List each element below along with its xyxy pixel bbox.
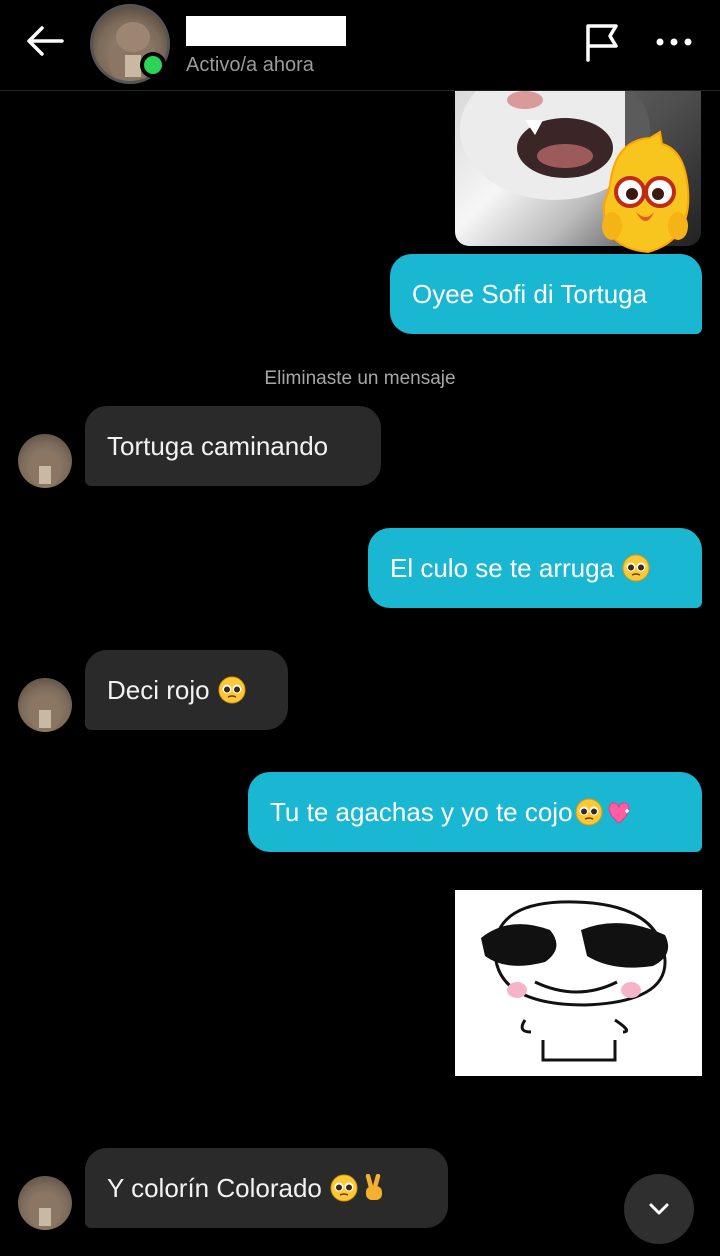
- message-text: Deci rojo: [107, 674, 210, 705]
- more-icon[interactable]: [652, 24, 696, 60]
- message-text: Oyee Sofi di Tortuga: [412, 278, 648, 309]
- pleading-face-emoji: [330, 1174, 358, 1202]
- chick-sticker: [602, 130, 690, 254]
- outgoing-message[interactable]: Oyee Sofi di Tortuga: [390, 254, 702, 334]
- outgoing-message[interactable]: Tu te agachas y yo te cojo: [248, 772, 702, 852]
- sender-avatar[interactable]: [18, 1176, 72, 1230]
- outgoing-message[interactable]: El culo se te arruga: [368, 528, 702, 608]
- message-text: Y colorín Colorado: [107, 1172, 322, 1203]
- message-text: Tu te agachas y yo te cojo: [270, 796, 573, 827]
- pleading-face-emoji: [575, 798, 603, 826]
- scroll-to-bottom-button[interactable]: [624, 1174, 694, 1244]
- incoming-message[interactable]: Deci rojo: [85, 650, 288, 730]
- pleading-face-emoji: [218, 676, 246, 704]
- flag-icon[interactable]: [580, 20, 624, 64]
- incoming-message[interactable]: Tortuga caminando: [85, 406, 381, 486]
- chat-header: Activo/a ahora: [0, 0, 720, 91]
- sender-avatar[interactable]: [18, 678, 72, 732]
- back-arrow-icon[interactable]: [22, 20, 70, 62]
- incoming-message[interactable]: Y colorín Colorado: [85, 1148, 448, 1228]
- sticker-image-message[interactable]: [455, 890, 702, 1076]
- heart-emoji: [608, 802, 629, 824]
- message-text: Tortuga caminando: [107, 430, 329, 461]
- sender-avatar[interactable]: [18, 434, 72, 488]
- active-status: Activo/a ahora: [186, 54, 314, 76]
- victory-hand-emoji: [365, 1174, 382, 1200]
- contact-name-redacted: [186, 16, 346, 46]
- deleted-message-note: Eliminaste un mensaje: [264, 368, 456, 389]
- chevron-down-icon: [649, 1203, 669, 1215]
- message-text: El culo se te arruga: [390, 552, 615, 583]
- pleading-face-emoji: [622, 554, 650, 582]
- online-indicator: [140, 52, 166, 78]
